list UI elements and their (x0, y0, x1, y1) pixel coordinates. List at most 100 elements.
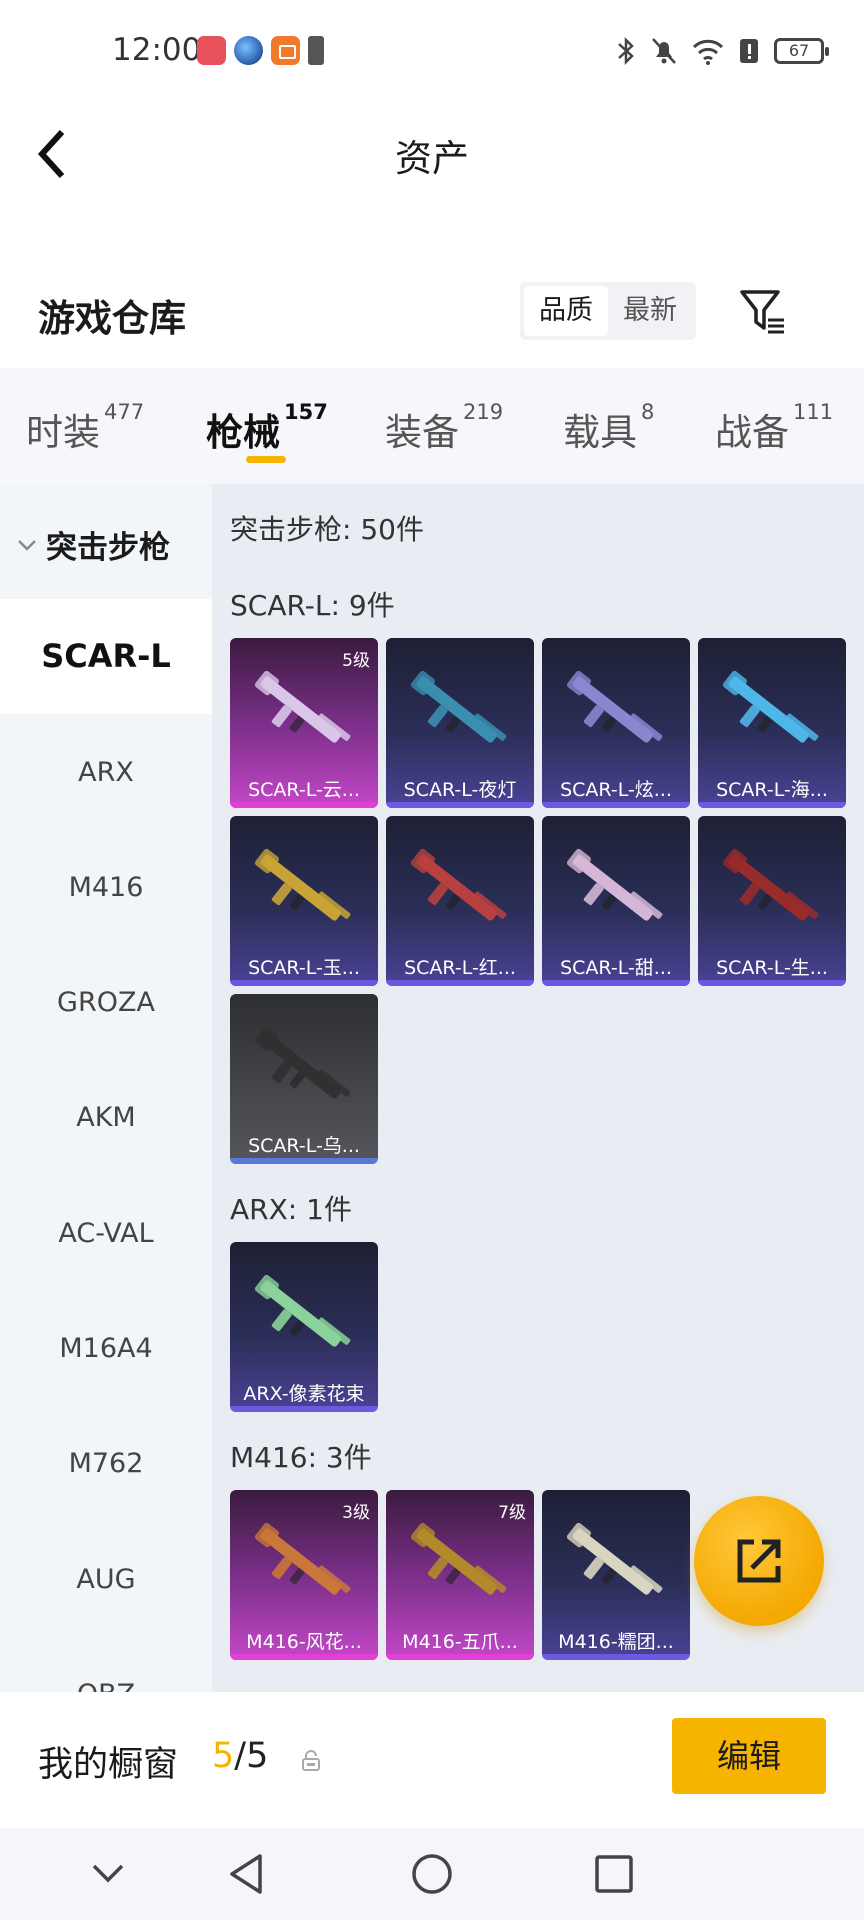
weapon-card[interactable]: M416-糯团... (542, 1490, 690, 1660)
showcase-separator: / (234, 1736, 247, 1776)
sim-alert-icon (740, 39, 758, 63)
sidebar-item-akm[interactable]: AKM (0, 1060, 212, 1175)
page-title: 资产 (395, 137, 469, 180)
rifle-skin-image (566, 848, 663, 921)
rifle-skin-image (410, 848, 507, 921)
bluetooth-icon (618, 36, 634, 66)
weapon-card[interactable]: 3级 M416-风花... (230, 1490, 378, 1660)
mute-bell-icon (652, 38, 676, 64)
sidebar-group-assault-rifles[interactable]: 突击步枪 (16, 522, 170, 567)
tab-skins[interactable]: 时装 477 (26, 400, 144, 456)
item-name: SCAR-L-生... (716, 957, 828, 979)
rifle-skin-image (254, 670, 351, 743)
section-header-m416: M416: 3件 (230, 1441, 372, 1474)
rarity-bar (386, 802, 534, 808)
rarity-bar (230, 1158, 378, 1164)
rarity-bar (386, 980, 534, 986)
alert-icon (308, 36, 324, 65)
weapon-card[interactable]: SCAR-L-甜... (542, 816, 690, 986)
filter-button[interactable] (738, 286, 788, 336)
item-name: SCAR-L-云... (248, 779, 360, 801)
sidebar-item-m416[interactable]: M416 (0, 830, 212, 945)
tab-supplies[interactable]: 战备 111 (715, 400, 834, 456)
sidebar-item-ac-val[interactable]: AC-VAL (0, 1176, 212, 1291)
nav-recents-icon[interactable] (594, 1854, 634, 1894)
filter-icon (740, 290, 784, 334)
rarity-bar (386, 1654, 534, 1660)
rifle-skin-image (722, 848, 819, 921)
weapon-card[interactable]: SCAR-L-玉... (230, 816, 378, 986)
item-name: M416-糯团... (558, 1631, 674, 1653)
sidebar-item-m762[interactable]: M762 (0, 1406, 212, 1521)
tab-label: 枪械 (206, 411, 280, 454)
nav-home-icon[interactable] (410, 1852, 454, 1896)
tab-label: 载具 (563, 411, 637, 454)
section-header-scar-l: SCAR-L: 9件 (230, 589, 395, 622)
tab-count: 219 (463, 400, 504, 424)
item-name: SCAR-L-夜灯 (403, 779, 517, 801)
tab-count: 8 (641, 400, 655, 424)
nav-collapse-icon[interactable] (90, 1858, 126, 1888)
sidebar-item-m16a4[interactable]: M16A4 (0, 1291, 212, 1406)
item-level-badge: 7级 (498, 1503, 526, 1523)
weapon-card[interactable]: 7级 M416-五爪... (386, 1490, 534, 1660)
weapon-card[interactable]: SCAR-L-海... (698, 638, 846, 808)
tab-guns[interactable]: 枪械 157 (206, 400, 328, 456)
notification-icons (197, 36, 324, 65)
rifle-skin-image (722, 670, 819, 743)
sidebar-item-scar-l[interactable]: SCAR-L (0, 599, 212, 714)
active-tab-indicator (246, 456, 286, 463)
sidebar-item-qbz[interactable]: QBZ (0, 1637, 212, 1692)
tab-vehicles[interactable]: 载具 8 (563, 400, 655, 456)
rarity-bar (542, 802, 690, 808)
weapon-sidebar: 突击步枪 SCAR-L ARX M416 GROZA AKM AC-VAL M1… (0, 484, 212, 1692)
showcase-total: 5 (246, 1736, 269, 1776)
showcase-count: 5/5 (212, 1736, 268, 1776)
rifle-skin-image (254, 1522, 351, 1595)
system-nav-bar (0, 1828, 864, 1920)
warehouse-title: 游戏仓库 (38, 297, 186, 340)
item-name: SCAR-L-炫... (560, 779, 672, 801)
sort-quality-option[interactable]: 品质 (524, 286, 608, 336)
tab-gear[interactable]: 装备 219 (385, 400, 504, 456)
rifle-skin-image (410, 1522, 507, 1595)
category-total: 突击步枪: 50件 (230, 513, 424, 546)
weapon-card[interactable]: SCAR-L-夜灯 (386, 638, 534, 808)
weapon-card[interactable]: SCAR-L-生... (698, 816, 846, 986)
weapon-card[interactable]: SCAR-L-红... (386, 816, 534, 986)
section-header-arx: ARX: 1件 (230, 1193, 352, 1226)
sidebar-item-arx[interactable]: ARX (0, 715, 212, 830)
chevron-down-icon (18, 539, 36, 551)
item-name: SCAR-L-红... (404, 957, 516, 979)
sort-toggle: 品质 最新 (520, 282, 696, 340)
weapon-card[interactable]: SCAR-L-炫... (542, 638, 690, 808)
status-time: 12:00 (112, 32, 202, 68)
sidebar-item-groza[interactable]: GROZA (0, 945, 212, 1060)
sort-newest-option[interactable]: 最新 (608, 286, 692, 336)
rarity-bar (230, 1654, 378, 1660)
sidebar-item-aug[interactable]: AUG (0, 1522, 212, 1637)
weapon-card[interactable]: SCAR-L-乌... (230, 994, 378, 1164)
item-name: SCAR-L-海... (716, 779, 828, 801)
rarity-bar (230, 980, 378, 986)
rarity-bar (230, 802, 378, 808)
weapon-card[interactable]: 5级 SCAR-L-云... (230, 638, 378, 808)
rifle-skin-image (254, 1274, 351, 1347)
tab-label: 装备 (385, 411, 459, 454)
item-name: SCAR-L-玉... (248, 957, 360, 979)
item-level-badge: 3级 (342, 1503, 370, 1523)
wifi-icon (692, 39, 724, 65)
edit-button[interactable]: 编辑 (672, 1718, 826, 1794)
showcase-label: 我的橱窗 (38, 1745, 179, 1785)
item-name: SCAR-L-甜... (560, 957, 672, 979)
nav-back-icon[interactable] (226, 1852, 266, 1896)
item-name: M416-五爪... (402, 1631, 518, 1653)
rarity-bar (542, 1654, 690, 1660)
system-icons: 67 (616, 36, 829, 66)
share-button[interactable] (694, 1496, 824, 1626)
share-icon (737, 1539, 781, 1583)
tab-count: 111 (793, 400, 834, 424)
weapon-card[interactable]: ARX-像素花束 (230, 1242, 378, 1412)
mail-app-icon (271, 36, 300, 65)
tab-count: 157 (284, 400, 328, 424)
